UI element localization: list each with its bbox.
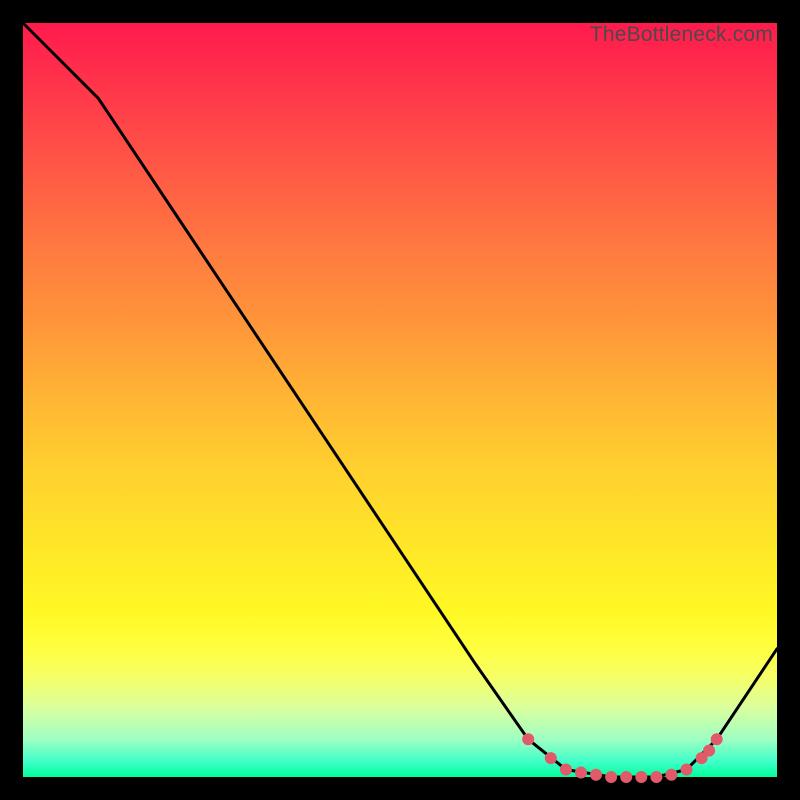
chart-marker-dot (545, 752, 557, 764)
chart-markers (522, 733, 723, 783)
chart-marker-dot (711, 733, 723, 745)
chart-marker-dot (620, 771, 632, 783)
chart-marker-dot (560, 764, 572, 776)
chart-marker-dot (635, 771, 647, 783)
chart-marker-dot (605, 771, 617, 783)
chart-frame: TheBottleneck.com (23, 23, 777, 777)
chart-marker-dot (575, 767, 587, 779)
chart-curve (23, 23, 777, 777)
chart-marker-dot (681, 764, 693, 776)
chart-marker-dot (650, 771, 662, 783)
chart-marker-dot (522, 733, 534, 745)
chart-svg (23, 23, 777, 777)
chart-marker-dot (703, 745, 715, 757)
chart-marker-dot (590, 769, 602, 781)
chart-marker-dot (665, 769, 677, 781)
